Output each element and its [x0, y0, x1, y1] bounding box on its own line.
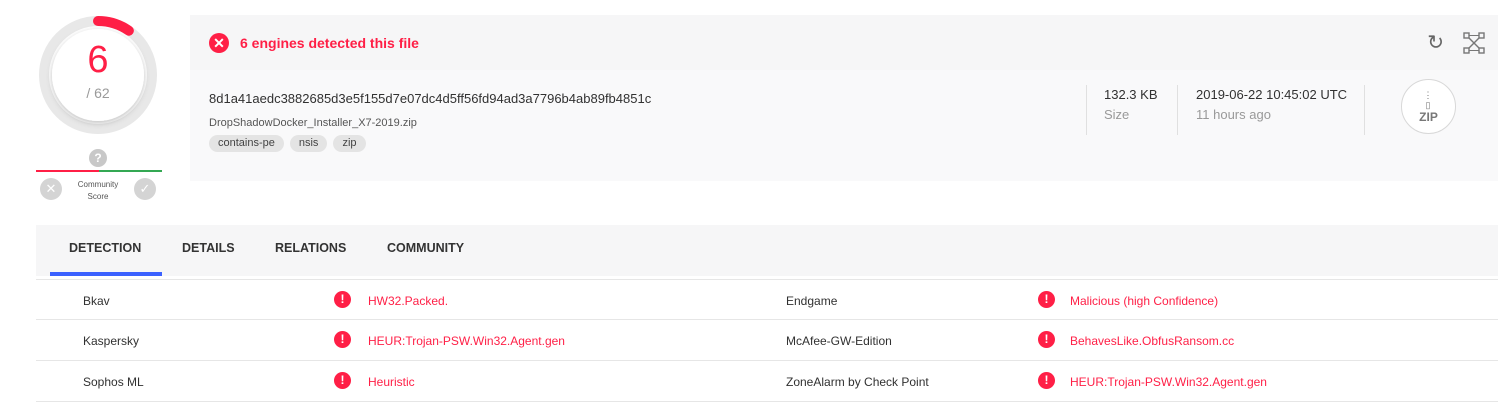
table-row: Kaspersky ! HEUR:Trojan-PSW.Win32.Agent.… [36, 320, 1498, 361]
reload-icon[interactable]: ↻ [1427, 33, 1444, 53]
table-row: Bkav ! HW32.Packed. Endgame ! Malicious … [36, 279, 1498, 320]
community-positive-bar [99, 170, 162, 172]
detection-banner: ✕ 6 engines detected this file ↻ [190, 15, 1498, 70]
detected-count: 6 [87, 39, 109, 81]
graph-icon[interactable] [1462, 31, 1486, 55]
community-score-label: Community Score [64, 179, 132, 203]
detection-result: BehavesLike.ObfusRansom.cc [1070, 334, 1235, 348]
file-size: 132.3 KB Size [1086, 85, 1177, 135]
file-details: 8d1a41aedc3882685d3e5f155d7e07dc4d5ff56f… [190, 70, 1498, 181]
community-score-bar [36, 170, 162, 172]
zipper-glyph: ⋮ ▯ [1423, 90, 1434, 110]
detection-result: HEUR:Trojan-PSW.Win32.Agent.gen [1070, 375, 1267, 389]
alert-icon: ! [334, 291, 351, 308]
file-tag[interactable]: nsis [289, 135, 328, 152]
alert-icon: ! [1038, 372, 1055, 389]
file-hash[interactable]: 8d1a41aedc3882685d3e5f155d7e07dc4d5ff56f… [209, 91, 651, 106]
detection-table: Bkav ! HW32.Packed. Endgame ! Malicious … [36, 279, 1498, 402]
active-tab-indicator [50, 272, 162, 276]
zip-file-icon: ⋮ ▯ ZIP [1401, 79, 1456, 134]
tab-detection[interactable]: DETECTION [69, 225, 141, 276]
tab-relations[interactable]: RELATIONS [275, 225, 346, 276]
engine-name: McAfee-GW-Edition [786, 334, 892, 348]
community-negative-bar [36, 170, 99, 172]
header-actions: ↻ [1427, 31, 1486, 55]
tab-community[interactable]: COMMUNITY [387, 225, 464, 276]
community-label-line1: Community [77, 180, 119, 189]
detection-x-icon: ✕ [209, 32, 229, 53]
zip-file-type-label: ZIP [1419, 110, 1438, 124]
community-question-icon: ? [89, 149, 107, 167]
alert-icon: ! [334, 331, 351, 348]
engine-name: Endgame [786, 294, 838, 308]
file-size-label: Size [1104, 107, 1130, 122]
detection-result: Heuristic [368, 375, 415, 389]
engine-name: Kaspersky [83, 334, 140, 348]
community-label-line2: Score [87, 192, 109, 201]
file-date-relative: 11 hours ago [1196, 107, 1271, 122]
file-tags: contains-pe nsis zip [209, 135, 366, 152]
file-tag[interactable]: zip [333, 135, 366, 152]
file-summary-card: ✕ 6 engines detected this file ↻ 8d1a41a… [190, 15, 1498, 181]
file-name: DropShadowDocker_Installer_X7-2019.zip [209, 117, 417, 129]
alert-icon: ! [1038, 331, 1055, 348]
engine-name: Sophos ML [83, 375, 144, 389]
file-date: 2019-06-22 10:45:02 UTC 11 hours ago [1177, 85, 1365, 135]
alert-icon: ! [334, 372, 351, 389]
file-size-value: 132.3 KB [1104, 87, 1158, 102]
file-tag[interactable]: contains-pe [209, 135, 284, 152]
detection-result: Malicious (high Confidence) [1070, 294, 1219, 308]
detection-result: HEUR:Trojan-PSW.Win32.Agent.gen [368, 334, 565, 348]
alert-icon: ! [1038, 291, 1055, 308]
file-date-value: 2019-06-22 10:45:02 UTC [1196, 87, 1348, 102]
report-tabs: DETECTION DETAILS RELATIONS COMMUNITY [36, 225, 1498, 276]
vote-harmless-icon[interactable]: ✓ [134, 178, 156, 200]
detection-message: 6 engines detected this file [240, 34, 419, 51]
table-row: Sophos ML ! Heuristic ZoneAlarm by Check… [36, 361, 1498, 402]
tab-details[interactable]: DETAILS [182, 225, 235, 276]
total-engines: / 62 [86, 85, 110, 101]
engine-name: Bkav [83, 294, 110, 308]
engine-name: ZoneAlarm by Check Point [786, 375, 929, 389]
detection-result: HW32.Packed. [368, 294, 449, 308]
vote-malicious-icon[interactable]: ✕ [40, 178, 62, 200]
